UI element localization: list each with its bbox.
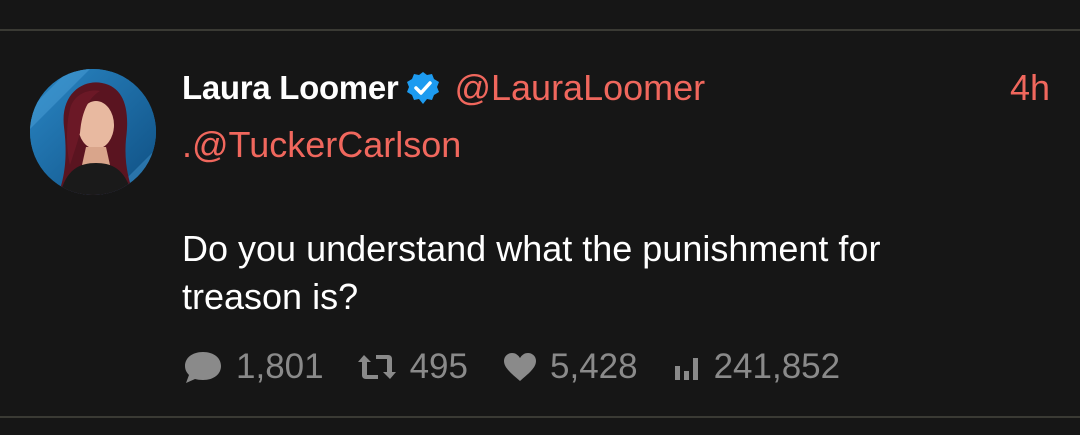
bar-chart-icon: [672, 352, 702, 382]
avatar-photo-icon: [30, 69, 156, 195]
author-name[interactable]: Laura Loomer: [182, 69, 399, 107]
top-divider: [0, 29, 1080, 31]
tweet-screen: Laura Loomer @LauraLoomer 4h .@TuckerCar…: [0, 0, 1080, 435]
retweet-icon: [356, 351, 398, 383]
view-count: 241,852: [713, 347, 841, 386]
tweet-text: Do you understand what the punishment fo…: [182, 228, 881, 317]
heart-icon: [502, 351, 538, 383]
tweet-actions: 1,801 495 5,428 241,852: [182, 342, 840, 392]
mention-link[interactable]: .@TuckerCarlson: [182, 124, 461, 166]
bottom-divider: [0, 416, 1080, 418]
like-count: 5,428: [550, 347, 638, 386]
reply-count: 1,801: [236, 347, 324, 386]
author-handle[interactable]: @LauraLoomer: [454, 67, 705, 109]
verified-badge-icon: [406, 71, 440, 105]
reply-button[interactable]: 1,801: [182, 347, 324, 387]
views-button[interactable]: 241,852: [672, 347, 841, 387]
retweet-button[interactable]: 495: [356, 347, 468, 387]
like-button[interactable]: 5,428: [502, 347, 638, 387]
tweet-timestamp[interactable]: 4h: [1010, 64, 1050, 112]
avatar[interactable]: [30, 69, 156, 195]
tweet-header: Laura Loomer @LauraLoomer: [182, 64, 705, 112]
retweet-count: 495: [409, 347, 468, 386]
speech-bubble-icon: [182, 349, 224, 385]
